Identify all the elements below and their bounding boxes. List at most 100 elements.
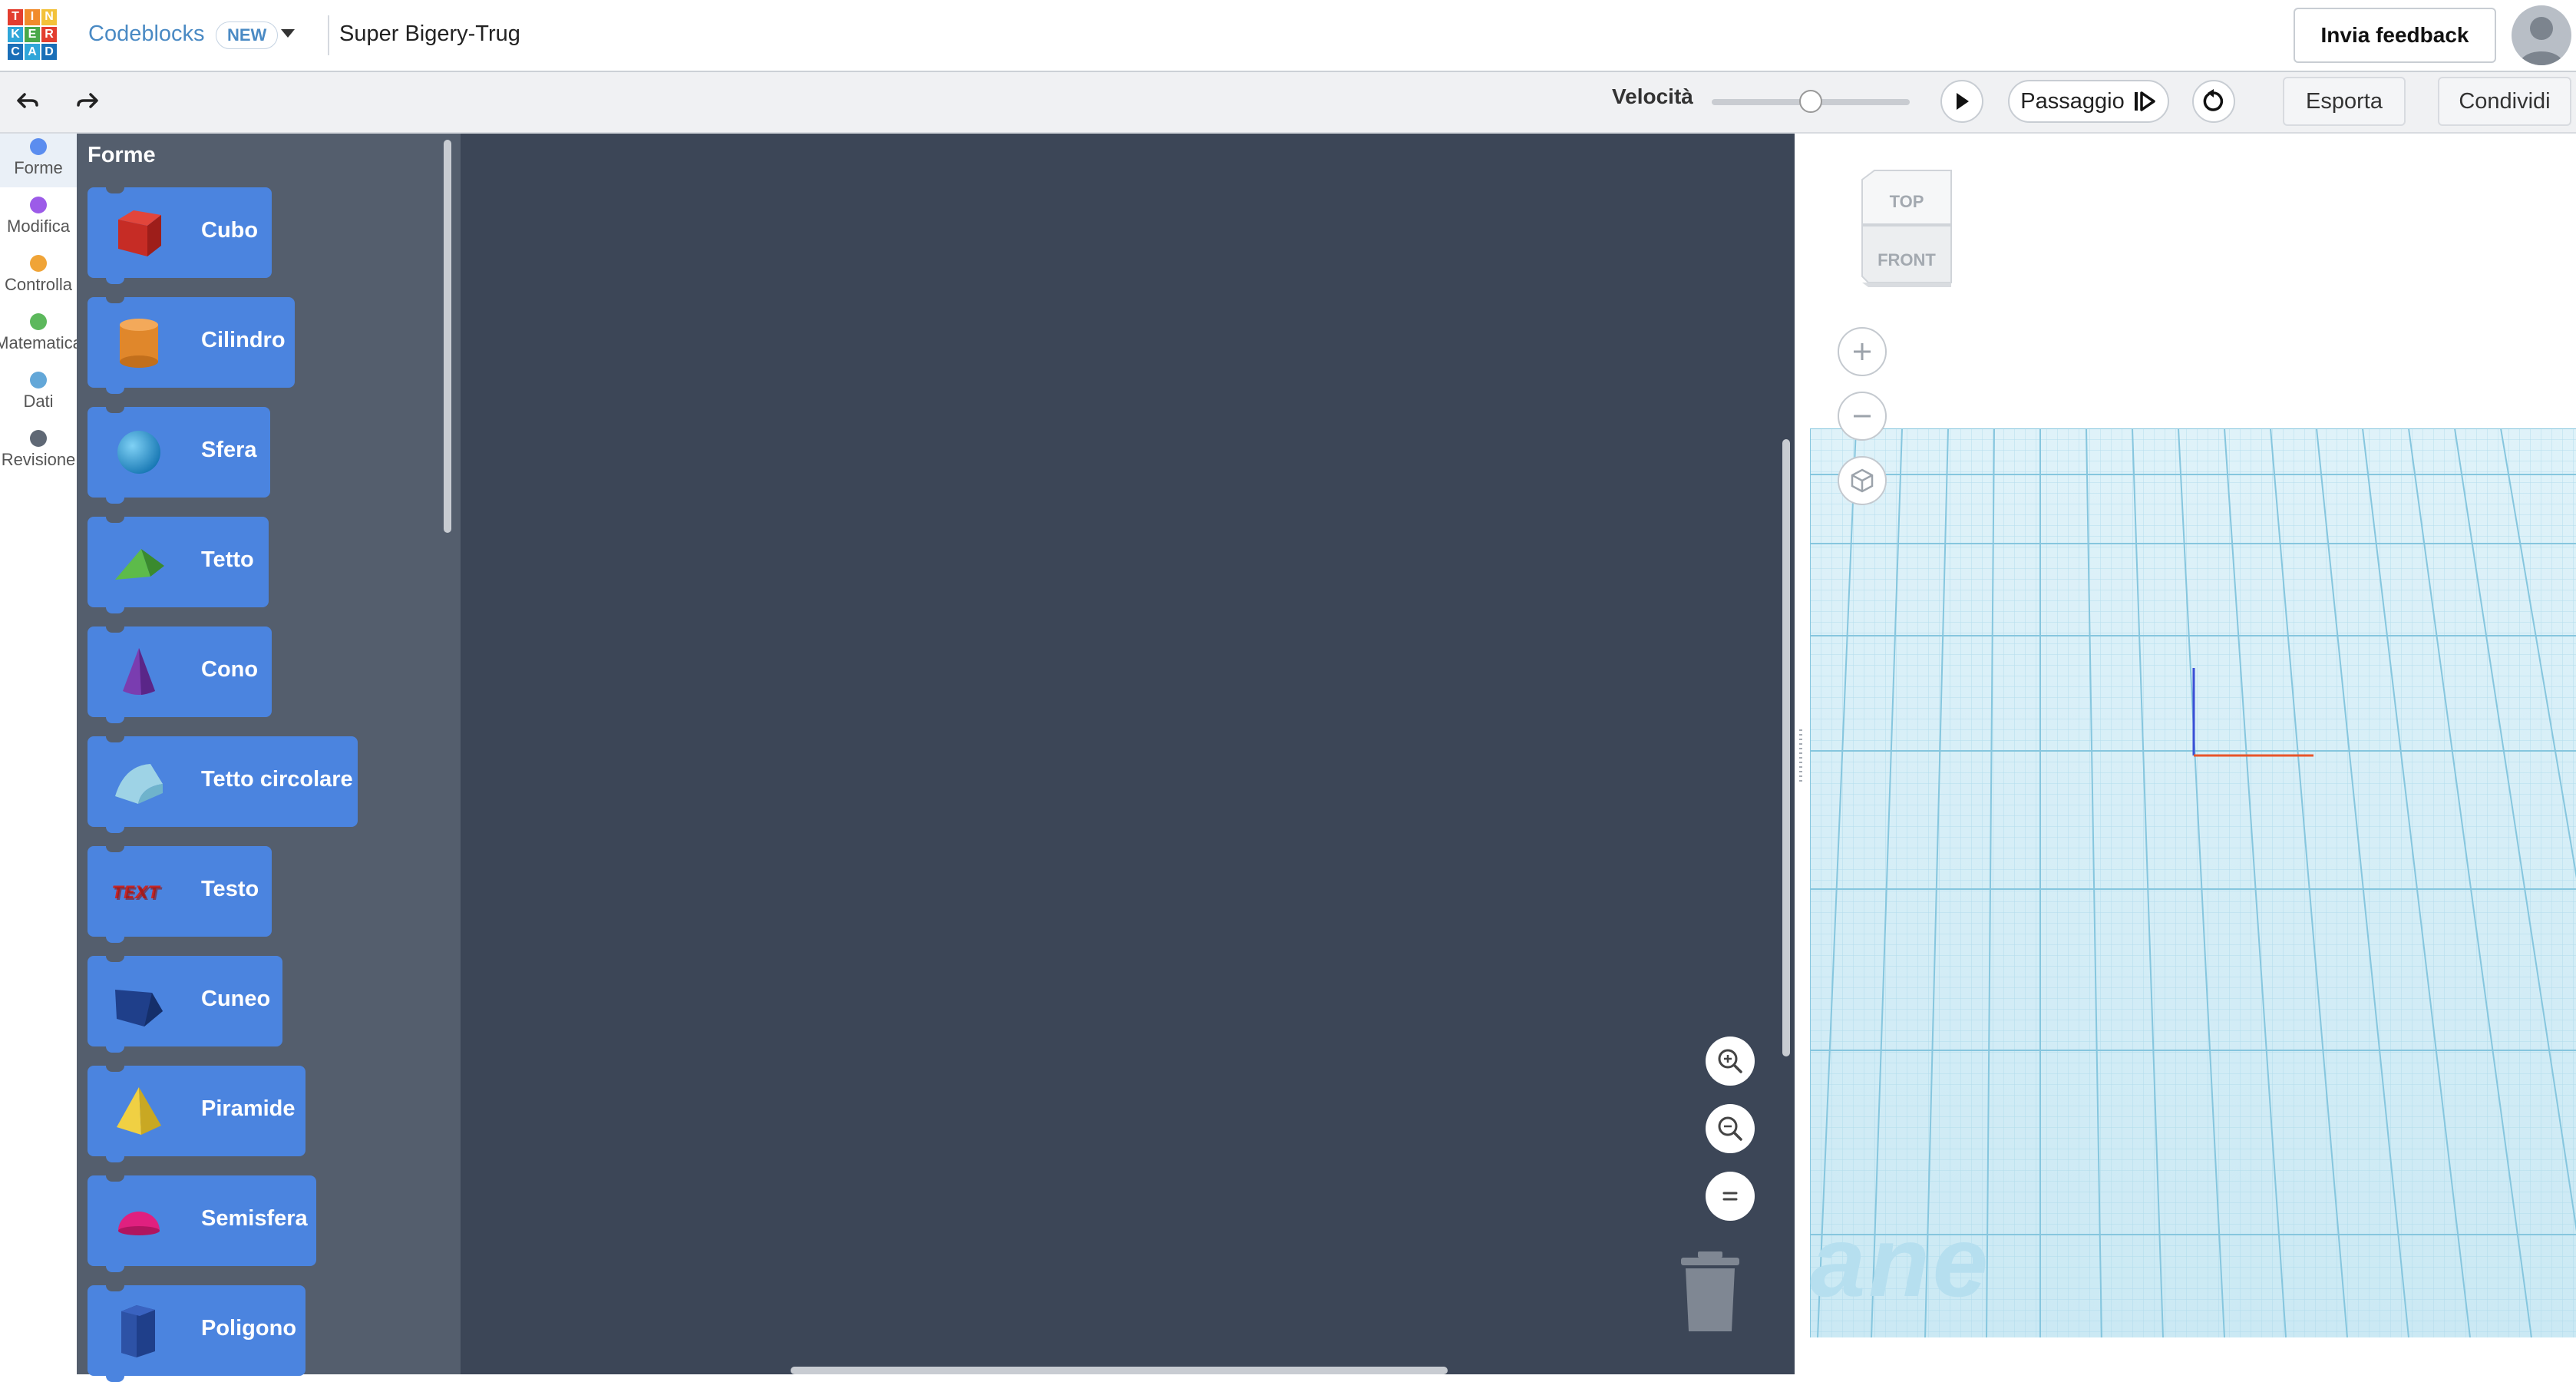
redo-button[interactable]	[71, 84, 104, 118]
block-cubo[interactable]: Cubo	[88, 186, 272, 284]
workspace-zoom-reset-button[interactable]	[1706, 1172, 1755, 1221]
zoom-in-icon	[1718, 1049, 1742, 1073]
category-revisione[interactable]: Revisione	[0, 430, 77, 470]
category-forme[interactable]: Forme	[0, 134, 77, 187]
block-label: Cubo	[201, 218, 259, 243]
block-label: Sfera	[201, 438, 257, 462]
app-name-link[interactable]: Codeblocks	[88, 21, 205, 47]
undo-button[interactable]	[11, 84, 45, 118]
logo-letter: E	[25, 26, 40, 43]
block-cilindro[interactable]: Cilindro	[88, 296, 295, 394]
wedge-icon	[115, 990, 163, 1027]
sphere-icon	[117, 431, 160, 474]
cube-icon	[118, 210, 161, 256]
chevron-down-icon[interactable]	[281, 29, 295, 38]
category-color-dot	[30, 255, 47, 272]
play-button[interactable]	[1940, 80, 1983, 123]
logo-letter: D	[41, 44, 57, 60]
polygon-icon	[121, 1305, 155, 1357]
feedback-button[interactable]: Invia feedback	[2294, 8, 2496, 63]
panel-resize-handle[interactable]	[1798, 729, 1804, 783]
speed-slider-handle[interactable]	[1799, 90, 1822, 113]
tinkercad-logo[interactable]: T I N K E R C A D	[8, 9, 57, 60]
category-label: Controlla	[4, 275, 73, 294]
view-cube-top-label: TOP	[1890, 192, 1924, 211]
workspace-vertical-scrollbar[interactable]	[1782, 439, 1790, 1056]
block-label: Testo	[201, 877, 259, 901]
step-forward-icon	[2134, 91, 2155, 111]
block-cono[interactable]: Cono	[88, 625, 272, 723]
logo-letter: K	[8, 26, 23, 43]
category-label: Forme	[14, 158, 63, 177]
block-cuneo[interactable]: Cuneo	[88, 954, 282, 1053]
view-cube[interactable]: TOP FRONT	[1854, 167, 1959, 290]
roof-icon	[115, 549, 164, 580]
logo-letter: N	[41, 9, 57, 25]
redo-arrow-icon	[77, 93, 98, 108]
category-color-dot	[30, 372, 47, 388]
view-cube-icon: TOP FRONT	[1861, 170, 1952, 287]
cylinder-icon	[120, 319, 158, 368]
play-icon	[1957, 93, 1969, 110]
workspace-zoom-out-button[interactable]	[1706, 1104, 1755, 1153]
category-dati[interactable]: Dati	[0, 372, 77, 412]
trash-button[interactable]	[1678, 1250, 1742, 1334]
block-label: Tetto	[201, 547, 254, 572]
step-button[interactable]: Passaggio	[2008, 80, 2169, 123]
category-color-dot	[30, 313, 47, 330]
category-color-dot	[30, 138, 47, 155]
flyout-title: Forme	[88, 143, 156, 167]
pyramid-icon	[117, 1087, 161, 1135]
speed-label: Velocità	[1612, 84, 1693, 108]
block-piramide[interactable]: Piramide	[88, 1064, 305, 1162]
zoom-reset-icon	[1722, 1192, 1738, 1201]
block-semisfera[interactable]: Semisfera	[88, 1174, 316, 1272]
category-modifica[interactable]: Modifica	[0, 197, 77, 236]
category-label: Revisione	[1, 450, 76, 469]
view-cube-front-label: FRONT	[1878, 250, 1936, 269]
flyout-scrollbar[interactable]	[444, 140, 451, 533]
header-divider	[328, 15, 329, 55]
workplane-watermark: ane	[1810, 1205, 1992, 1318]
category-label: Matematica	[0, 333, 77, 352]
viewport-zoom-out-button[interactable]	[1838, 392, 1887, 441]
step-label: Passaggio	[2020, 88, 2125, 114]
block-poligono[interactable]: Poligono	[88, 1284, 305, 1382]
share-button[interactable]: Condividi	[2438, 77, 2571, 126]
viewport-zoom-in-button[interactable]	[1838, 327, 1887, 376]
drag-dots-icon	[1799, 729, 1802, 783]
block-testo[interactable]: TEXT TEXT Testo	[88, 845, 272, 943]
category-controlla[interactable]: Controlla	[0, 255, 77, 295]
block-label: Semisfera	[201, 1206, 308, 1231]
block-label: Tetto circolare	[201, 767, 353, 792]
viewport-home-button[interactable]	[1838, 456, 1887, 505]
category-label: Modifica	[7, 217, 70, 236]
block-label: Cuneo	[201, 987, 271, 1011]
category-sidebar: Forme Modifica Controlla Matematica Dati…	[0, 134, 77, 1374]
svg-text:TEXT: TEXT	[114, 885, 163, 904]
text-shape-icon: TEXT TEXT	[112, 884, 163, 904]
code-workspace[interactable]	[461, 134, 1795, 1374]
zoom-out-icon	[1718, 1116, 1742, 1141]
block-label: Cono	[201, 657, 259, 682]
workspace-zoom-in-button[interactable]	[1706, 1036, 1755, 1086]
logo-letter: R	[41, 26, 57, 43]
project-title[interactable]: Super Bigery-Trug	[339, 21, 520, 47]
reset-button[interactable]	[2192, 80, 2235, 123]
reset-icon	[2203, 89, 2224, 111]
workplane-grid[interactable]	[1810, 428, 2576, 1337]
trash-icon	[1681, 1251, 1739, 1331]
avatar[interactable]	[2512, 5, 2571, 65]
workspace-horizontal-scrollbar[interactable]	[791, 1367, 1448, 1374]
block-sfera[interactable]: Sfera	[88, 405, 270, 504]
category-label: Dati	[23, 392, 54, 411]
cone-icon	[123, 648, 155, 695]
new-badge: NEW	[216, 21, 279, 49]
export-button[interactable]: Esporta	[2283, 77, 2406, 126]
logo-letter: T	[8, 9, 23, 25]
block-tetto[interactable]: Tetto	[88, 515, 269, 613]
plus-icon	[1854, 343, 1871, 360]
half-sphere-icon	[118, 1212, 160, 1235]
category-matematica[interactable]: Matematica	[0, 313, 77, 353]
block-tetto-circolare[interactable]: Tetto circolare	[88, 735, 358, 833]
